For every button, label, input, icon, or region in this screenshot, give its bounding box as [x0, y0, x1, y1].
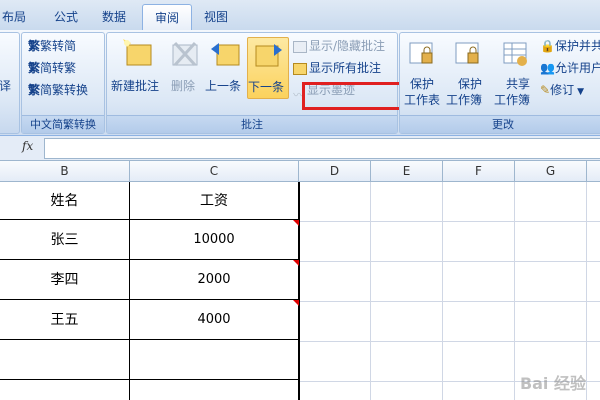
group-label-changes: 更改: [400, 115, 600, 133]
translate-label[interactable]: 译: [0, 77, 11, 94]
table-cell-name[interactable]: 李四: [0, 260, 130, 300]
to-traditional-button[interactable]: 繁简转繁: [28, 59, 76, 77]
convert-icon: 繁: [28, 61, 41, 75]
delete-comment-icon: [172, 41, 198, 67]
column-header-c[interactable]: C: [130, 161, 299, 181]
ribbon-tab-bar: 布局 公式 数据 审阅 视图: [0, 0, 600, 31]
fx-icon[interactable]: fx: [22, 139, 33, 153]
table-cell-name[interactable]: 张三: [0, 220, 130, 260]
column-header-f[interactable]: F: [443, 161, 515, 181]
new-comment-icon: [123, 39, 152, 66]
comment-indicator[interactable]: [293, 220, 299, 226]
delete-comment-button[interactable]: 删除: [167, 37, 201, 97]
column-header-bar: B C D E F G: [0, 161, 600, 182]
tab-view[interactable]: 视图: [196, 6, 236, 28]
previous-comment-button[interactable]: 上一条: [205, 37, 245, 97]
protect-share-button[interactable]: 🔒保护并共: [540, 37, 600, 55]
comments-icon: [293, 62, 307, 75]
share-workbook-button[interactable]: 共享 工作簿: [494, 37, 538, 109]
column-header-g[interactable]: G: [515, 161, 587, 181]
comment-indicator[interactable]: [293, 300, 299, 306]
tab-data[interactable]: 数据: [94, 6, 134, 28]
protect-workbook-button[interactable]: 保护 工作簿: [446, 37, 490, 109]
tab-formulas[interactable]: 公式: [46, 6, 86, 28]
chevron-down-icon: ▼: [577, 87, 584, 97]
to-simplified-button[interactable]: 繁繁转简: [28, 37, 76, 55]
group-label-comments: 批注: [107, 115, 397, 133]
formula-input[interactable]: [44, 138, 600, 159]
comment-indicator[interactable]: [293, 260, 299, 266]
convert-icon: 繁: [28, 83, 41, 97]
convert-icon: 繁: [28, 39, 41, 53]
show-hide-comment-button[interactable]: 显示/隐藏批注: [293, 37, 385, 55]
group-label-chinese: 中文简繁转换: [22, 115, 104, 133]
table-cell-salary[interactable]: 2000: [130, 260, 299, 300]
table-header-name[interactable]: 姓名: [0, 182, 130, 220]
column-header-d[interactable]: D: [299, 161, 371, 181]
watermark: Bai 经验: [519, 374, 586, 393]
new-comment-button[interactable]: 新建批注: [111, 37, 163, 97]
data-table: 姓名 工资 张三 10000 李四 2000 王五 4000: [0, 182, 300, 400]
table-cell-empty[interactable]: [0, 340, 130, 380]
table-cell-empty[interactable]: [130, 340, 299, 380]
next-comment-button[interactable]: 下一条: [247, 37, 289, 99]
highlight-box: [302, 82, 408, 110]
lock-workbook-icon: [455, 42, 479, 64]
group-changes: 保护 工作表 保护 工作簿 共享 工作簿 🔒保护并共 👥允许用户 ✎修订 ▼ 更…: [399, 32, 600, 134]
formula-bar: fx: [0, 136, 600, 161]
table-cell-empty[interactable]: [0, 380, 130, 400]
track-changes-button[interactable]: ✎修订 ▼: [540, 81, 584, 99]
table-cell-empty[interactable]: [130, 380, 299, 400]
table-header-salary[interactable]: 工资: [130, 182, 299, 220]
lock-icon: 🔒: [540, 39, 555, 53]
group-proofing-partial: 译: [0, 32, 20, 134]
show-all-comments-button[interactable]: 显示所有批注: [293, 59, 381, 77]
arrow-right-icon: [255, 44, 282, 67]
lock-sheet-icon: [409, 42, 433, 64]
group-chinese-conversion: 繁繁转简 繁简转繁 繁简繁转换 中文简繁转换: [21, 32, 105, 134]
convert-button[interactable]: 繁简繁转换: [28, 81, 88, 99]
empty-cells[interactable]: [299, 182, 600, 400]
pencil-icon: ✎: [540, 83, 551, 97]
protect-sheet-button[interactable]: 保护 工作表: [402, 37, 442, 109]
comment-icon: [293, 40, 307, 53]
column-header-e[interactable]: E: [371, 161, 443, 181]
table-cell-name[interactable]: 王五: [0, 300, 130, 340]
share-workbook-icon: [503, 42, 527, 66]
tab-review[interactable]: 审阅: [142, 4, 192, 31]
table-cell-salary[interactable]: 10000: [130, 220, 299, 260]
ribbon: 译 繁繁转简 繁简转繁 繁简繁转换 中文简繁转换 新建批注 删除 上一条 下一条…: [0, 30, 600, 136]
table-cell-salary[interactable]: 4000: [130, 300, 299, 340]
users-icon: 👥: [540, 61, 555, 75]
sheet-grid: 姓名 工资 张三 10000 李四 2000 王五 4000 Bai 经验: [0, 182, 600, 400]
column-header-b[interactable]: B: [0, 161, 130, 181]
tab-layout[interactable]: 布局: [0, 6, 28, 28]
arrow-left-icon: [211, 43, 240, 66]
allow-edit-button[interactable]: 👥允许用户: [540, 59, 600, 77]
